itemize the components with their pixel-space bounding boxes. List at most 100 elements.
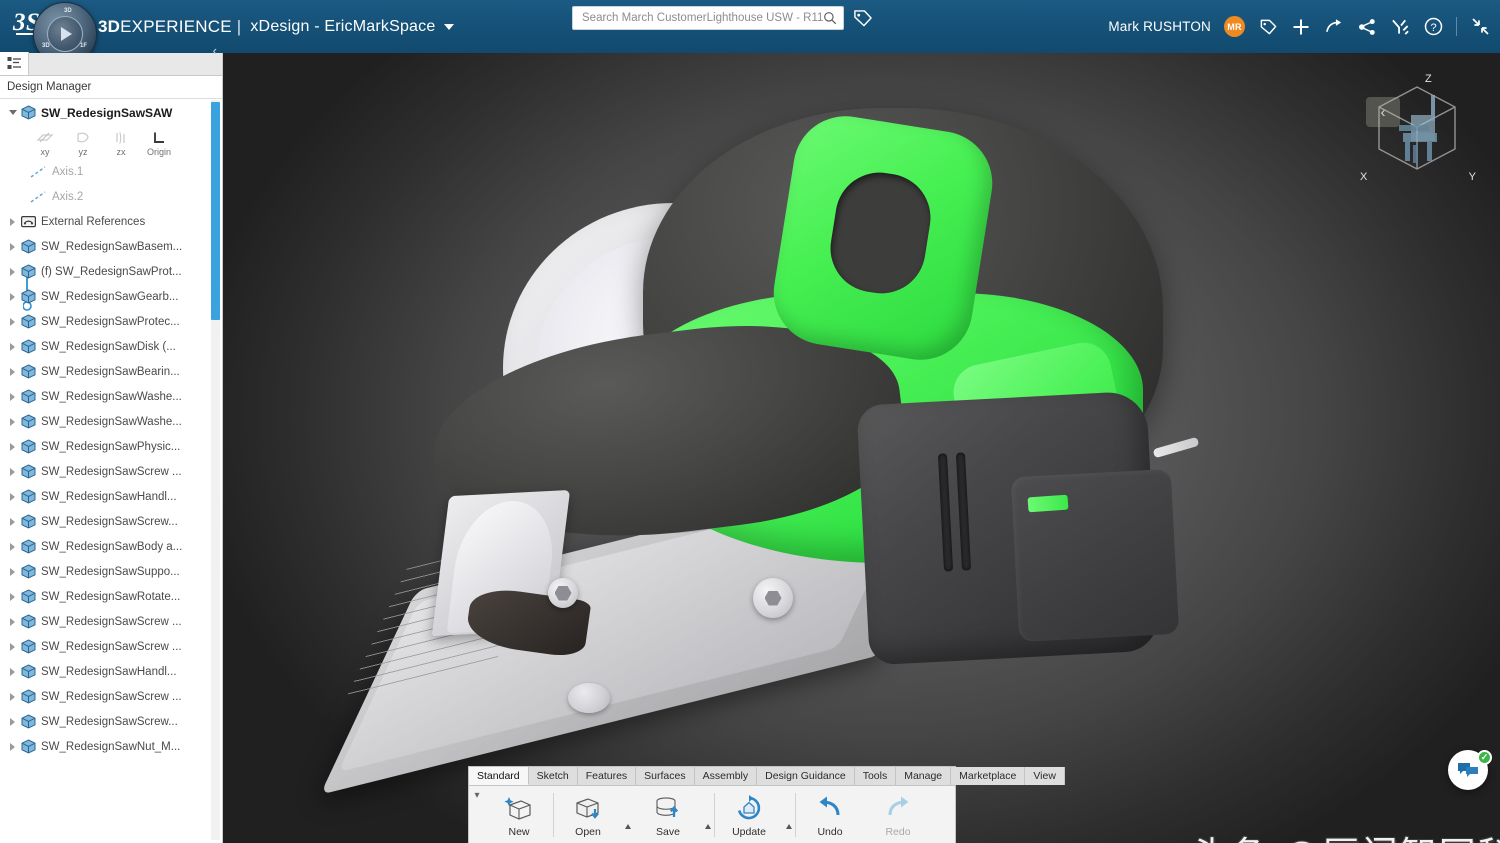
- external-references-icon: [21, 215, 37, 228]
- chevron-right-icon[interactable]: [6, 315, 19, 328]
- open-button-label: Open: [575, 826, 601, 838]
- tree-item[interactable]: SW_RedesignSawBasem...: [0, 234, 223, 259]
- sidebar-scrollbar-thumb[interactable]: [211, 102, 220, 320]
- tab-design-manager[interactable]: [0, 52, 29, 75]
- tree-item[interactable]: SW_RedesignSawSuppo...: [0, 559, 223, 584]
- tree-item[interactable]: SW_RedesignSawDisk (...: [0, 334, 223, 359]
- chevron-right-icon[interactable]: [6, 215, 19, 228]
- tree-item-label: External References: [41, 215, 146, 228]
- tree-item[interactable]: SW_RedesignSawNut_M...: [0, 734, 223, 759]
- chevron-right-icon[interactable]: [6, 640, 19, 653]
- tree-item[interactable]: SW_RedesignSawWashe...: [0, 384, 223, 409]
- add-icon[interactable]: [1291, 17, 1311, 37]
- tree-item[interactable]: SW_RedesignSawBearin...: [0, 359, 223, 384]
- ribbon-tab-view[interactable]: View: [1025, 767, 1065, 785]
- origin-point[interactable]: Origin: [140, 130, 178, 157]
- notification-tag-icon[interactable]: [1258, 17, 1278, 37]
- tree-view-icon: [7, 57, 21, 69]
- tree-item-axis-1[interactable]: Axis.1: [0, 159, 223, 184]
- chevron-left-icon[interactable]: ‹: [213, 44, 217, 57]
- chevron-right-icon[interactable]: [6, 515, 19, 528]
- ribbon-tab-features[interactable]: Features: [577, 767, 637, 785]
- chevron-right-icon[interactable]: [6, 290, 19, 303]
- update-button[interactable]: Update: [715, 786, 783, 843]
- tree-item-axis-2[interactable]: Axis.2: [0, 184, 223, 209]
- tag-icon[interactable]: [852, 9, 874, 29]
- ribbon-tab-sketch[interactable]: Sketch: [528, 767, 578, 785]
- swym-community-icon[interactable]: [1390, 17, 1410, 37]
- chevron-right-icon[interactable]: [6, 615, 19, 628]
- ribbon-tab-tools[interactable]: Tools: [854, 767, 897, 785]
- plane-zx[interactable]: zx: [102, 130, 140, 157]
- saw-assembly-model[interactable]: [223, 53, 1500, 843]
- component-icon: [21, 314, 36, 329]
- tree-item-label: SW_RedesignSawRotate...: [41, 590, 181, 603]
- chevron-right-icon[interactable]: [6, 540, 19, 553]
- chevron-right-icon[interactable]: [6, 440, 19, 453]
- ribbon-collapse-button[interactable]: ▾: [469, 786, 485, 843]
- search-icon[interactable]: [823, 11, 837, 25]
- tree-item[interactable]: SW_RedesignSawProtec...: [0, 309, 223, 334]
- collapse-fullscreen-icon[interactable]: [1470, 17, 1490, 37]
- avatar[interactable]: MR: [1224, 16, 1245, 37]
- tree-root-node[interactable]: SW_RedesignSawSAW: [0, 100, 223, 125]
- chevron-right-icon[interactable]: [6, 390, 19, 403]
- tree-item[interactable]: SW_RedesignSawScrew...: [0, 509, 223, 534]
- plane-yz[interactable]: yz: [64, 130, 102, 157]
- chevron-right-icon[interactable]: [6, 340, 19, 353]
- share-nodes-icon[interactable]: [1357, 17, 1377, 37]
- tree-item[interactable]: SW_RedesignSawScrew...: [0, 709, 223, 734]
- chevron-right-icon[interactable]: [6, 265, 19, 278]
- share-arrow-icon[interactable]: [1324, 17, 1344, 37]
- chevron-right-icon[interactable]: [6, 690, 19, 703]
- chevron-right-icon[interactable]: [6, 465, 19, 478]
- save-button[interactable]: Save: [634, 786, 702, 843]
- user-name-label[interactable]: Mark RUSHTON: [1108, 19, 1211, 34]
- chevron-right-icon[interactable]: [6, 665, 19, 678]
- chevron-right-icon[interactable]: [6, 740, 19, 753]
- ribbon-tab-standard[interactable]: Standard: [469, 767, 529, 785]
- ribbon-tab-manage[interactable]: Manage: [896, 767, 952, 785]
- help-icon[interactable]: ?: [1423, 17, 1443, 37]
- tree-item[interactable]: SW_RedesignSawHandl...: [0, 484, 223, 509]
- ribbon-tab-marketplace[interactable]: Marketplace: [951, 767, 1026, 785]
- update-dropdown-arrow[interactable]: [783, 786, 795, 843]
- tree-item[interactable]: SW_RedesignSawScrew ...: [0, 684, 223, 709]
- chevron-right-icon[interactable]: [6, 565, 19, 578]
- 3d-viewport[interactable]: ‹ Z X Y: [223, 53, 1500, 843]
- ribbon-tab-assembly[interactable]: Assembly: [694, 767, 758, 785]
- search-input[interactable]: [582, 12, 823, 24]
- global-search[interactable]: [572, 6, 844, 30]
- undo-button[interactable]: Undo: [796, 786, 864, 843]
- chevron-right-icon[interactable]: [6, 490, 19, 503]
- component-icon: [21, 364, 36, 379]
- chevron-down-icon[interactable]: [444, 23, 455, 30]
- chevron-right-icon[interactable]: [6, 590, 19, 603]
- tree-item[interactable]: SW_RedesignSawHandl...: [0, 659, 223, 684]
- chevron-right-icon[interactable]: [6, 365, 19, 378]
- chevron-right-icon[interactable]: [6, 415, 19, 428]
- chevron-down-icon[interactable]: [6, 106, 19, 119]
- tree-item-label: SW_RedesignSawScrew ...: [41, 465, 182, 478]
- tree-item[interactable]: SW_RedesignSawWashe...: [0, 409, 223, 434]
- tree-item[interactable]: SW_RedesignSawRotate...: [0, 584, 223, 609]
- tree-item[interactable]: SW_RedesignSawScrew ...: [0, 459, 223, 484]
- save-dropdown-arrow[interactable]: [702, 786, 714, 843]
- tree-item[interactable]: SW_RedesignSawBody a...: [0, 534, 223, 559]
- view-orientation-cube[interactable]: Z X Y: [1360, 73, 1476, 183]
- ribbon-tab-surfaces[interactable]: Surfaces: [636, 767, 695, 785]
- component-icon: [21, 714, 36, 729]
- tree-item[interactable]: SW_RedesignSawScrew ...: [0, 634, 223, 659]
- ribbon-tab-design-guidance[interactable]: Design Guidance: [757, 767, 855, 785]
- brand-title[interactable]: 3D EXPERIENCE | xDesign - EricMarkSpace: [98, 0, 455, 53]
- tree-item[interactable]: SW_RedesignSawScrew ...: [0, 609, 223, 634]
- play-triangle-icon: [61, 27, 72, 41]
- chevron-right-icon[interactable]: [6, 715, 19, 728]
- tree-item[interactable]: SW_RedesignSawPhysic...: [0, 434, 223, 459]
- new-button[interactable]: New: [485, 786, 553, 843]
- open-button[interactable]: Open: [554, 786, 622, 843]
- chevron-right-icon[interactable]: [6, 240, 19, 253]
- plane-xy[interactable]: xy: [26, 130, 64, 157]
- open-dropdown-arrow[interactable]: [622, 786, 634, 843]
- tree-item[interactable]: External References: [0, 209, 223, 234]
